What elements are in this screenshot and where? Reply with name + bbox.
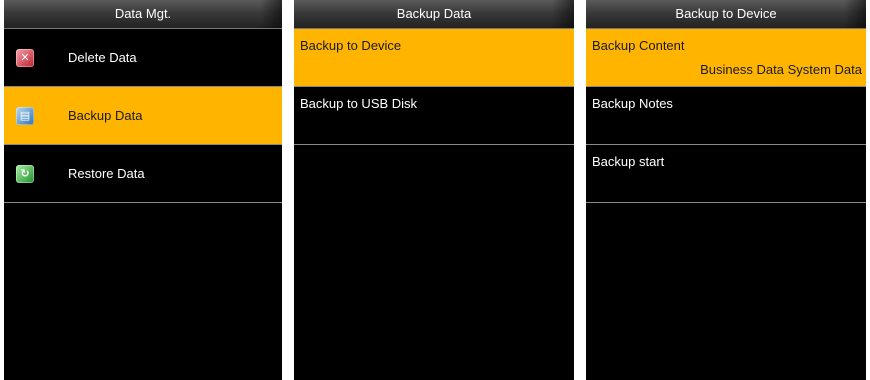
menu-item-label: Backup to USB Disk bbox=[300, 96, 418, 111]
screen-title: Data Mgt. bbox=[4, 0, 282, 29]
menu-item-backup-data[interactable]: ▤ Backup Data bbox=[4, 87, 282, 145]
menu-item-backup-to-device[interactable]: Backup to Device bbox=[294, 29, 574, 87]
restore-data-icon: ↻ bbox=[16, 165, 34, 183]
menu-item-label: Backup Content bbox=[592, 38, 685, 53]
menu-item-label: Backup Data bbox=[68, 108, 143, 123]
menu-item-label: Backup start bbox=[592, 154, 665, 169]
menu-item-backup-start[interactable]: Backup start bbox=[586, 145, 866, 203]
backup-to-device-screen: Backup to Device Backup Content Business… bbox=[586, 0, 866, 380]
backup-data-screen: Backup Data Backup to Device Backup to U… bbox=[294, 0, 574, 380]
menu-item-backup-content[interactable]: Backup Content Business Data System Data bbox=[586, 29, 866, 87]
menu-item-backup-to-usb-disk[interactable]: Backup to USB Disk bbox=[294, 87, 574, 145]
backup-data-icon: ▤ bbox=[16, 107, 34, 125]
menu-item-label: Restore Data bbox=[68, 166, 145, 181]
menu-item-backup-notes[interactable]: Backup Notes bbox=[586, 87, 866, 145]
data-mgt-screen: Data Mgt. ✕ Delete Data ▤ Backup Data ↻ … bbox=[4, 0, 282, 380]
delete-data-icon: ✕ bbox=[16, 49, 34, 67]
screen-title: Backup Data bbox=[294, 0, 574, 29]
screen-title: Backup to Device bbox=[586, 0, 866, 29]
menu-item-label: Backup Notes bbox=[592, 96, 673, 111]
menu-item-label: Backup to Device bbox=[300, 38, 402, 53]
menu-item-restore-data[interactable]: ↻ Restore Data bbox=[4, 145, 282, 203]
menu-item-label: Delete Data bbox=[68, 50, 137, 65]
backup-content-value: Business Data System Data bbox=[700, 62, 862, 77]
menu-item-delete-data[interactable]: ✕ Delete Data bbox=[4, 29, 282, 87]
